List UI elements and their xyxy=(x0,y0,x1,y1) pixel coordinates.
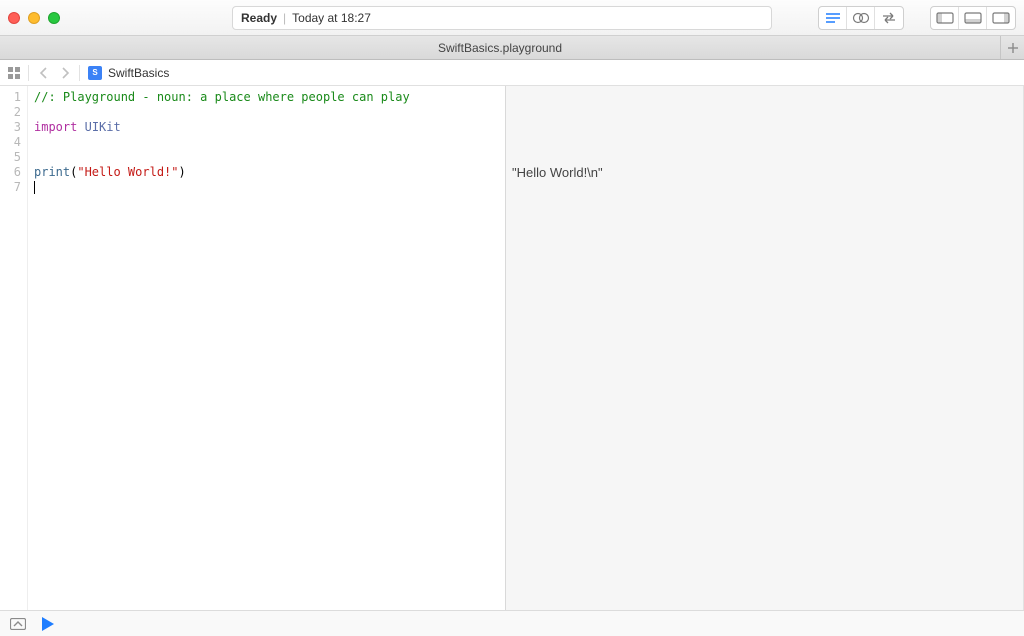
line-number: 3 xyxy=(0,120,21,135)
traffic-lights xyxy=(8,12,60,24)
code-line[interactable]: import UIKit xyxy=(34,120,499,135)
status-time: Today at 18:27 xyxy=(292,11,371,25)
swift-file-icon: S xyxy=(88,66,102,80)
nav-back-button[interactable] xyxy=(35,65,51,81)
panel-left-icon xyxy=(936,12,954,24)
result-line: "Hello World!\n" xyxy=(512,165,1017,180)
results-sidebar[interactable]: "Hello World!\n" xyxy=(506,86,1024,610)
lines-icon xyxy=(825,12,841,24)
minimize-window-button[interactable] xyxy=(28,12,40,24)
result-line xyxy=(512,180,1017,195)
tab-bar: SwiftBasics.playground xyxy=(0,36,1024,60)
jump-bar: S SwiftBasics xyxy=(0,60,1024,86)
toggle-utilities-button[interactable] xyxy=(987,7,1015,29)
assistant-editor-button[interactable] xyxy=(847,7,875,29)
result-line xyxy=(512,90,1017,105)
debug-bar xyxy=(0,610,1024,636)
editor-mode-group xyxy=(818,6,904,30)
line-number: 2 xyxy=(0,105,21,120)
code-line[interactable] xyxy=(34,150,499,165)
tab-swiftbasics[interactable]: SwiftBasics.playground xyxy=(0,41,1000,55)
line-number: 4 xyxy=(0,135,21,150)
standard-editor-button[interactable] xyxy=(819,7,847,29)
venn-icon xyxy=(852,12,870,24)
version-editor-button[interactable] xyxy=(875,7,903,29)
breadcrumb-file-label: SwiftBasics xyxy=(108,66,169,80)
toggle-debug-area-button[interactable] xyxy=(959,7,987,29)
line-number-gutter: 1234567 xyxy=(0,86,28,610)
zoom-window-button[interactable] xyxy=(48,12,60,24)
code-line[interactable] xyxy=(34,105,499,120)
related-items-button[interactable] xyxy=(6,65,22,81)
nav-forward-button[interactable] xyxy=(57,65,73,81)
toggle-debug-panel-button[interactable] xyxy=(10,618,26,630)
code-line[interactable] xyxy=(34,180,499,195)
play-icon xyxy=(42,617,54,631)
line-number: 6 xyxy=(0,165,21,180)
status-label: Ready xyxy=(241,11,277,25)
toggle-navigator-button[interactable] xyxy=(931,7,959,29)
activity-viewer[interactable]: Ready | Today at 18:27 xyxy=(232,6,772,30)
line-number: 5 xyxy=(0,150,21,165)
line-number: 7 xyxy=(0,180,21,195)
panel-right-icon xyxy=(992,12,1010,24)
code-line[interactable]: //: Playground - noun: a place where peo… xyxy=(34,90,499,105)
code-line[interactable]: print("Hello World!") xyxy=(34,165,499,180)
result-line xyxy=(512,105,1017,120)
execute-playground-button[interactable] xyxy=(42,617,54,631)
titlebar: Ready | Today at 18:27 xyxy=(0,0,1024,36)
result-line xyxy=(512,150,1017,165)
chevron-left-icon xyxy=(39,67,48,79)
close-window-button[interactable] xyxy=(8,12,20,24)
source-editor[interactable]: //: Playground - noun: a place where peo… xyxy=(28,86,506,610)
breadcrumb-file[interactable]: S SwiftBasics xyxy=(88,66,169,80)
code-line[interactable] xyxy=(34,135,499,150)
grid-icon xyxy=(7,66,21,80)
result-line xyxy=(512,135,1017,150)
chevron-right-icon xyxy=(61,67,70,79)
bidir-arrow-icon xyxy=(880,12,898,24)
line-number: 1 xyxy=(0,90,21,105)
panel-bottom-icon xyxy=(964,12,982,24)
debug-panel-icon xyxy=(10,618,26,630)
editor-area: 1234567 //: Playground - noun: a place w… xyxy=(0,86,1024,610)
result-line xyxy=(512,120,1017,135)
plus-icon xyxy=(1008,43,1018,53)
new-tab-button[interactable] xyxy=(1000,36,1024,59)
panel-toggle-group xyxy=(930,6,1016,30)
text-cursor xyxy=(34,181,35,194)
